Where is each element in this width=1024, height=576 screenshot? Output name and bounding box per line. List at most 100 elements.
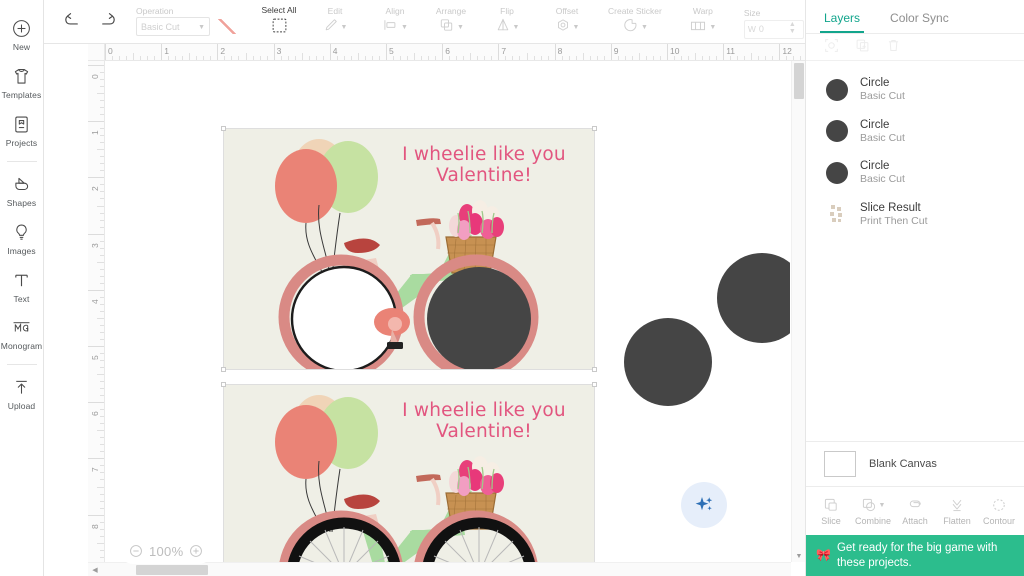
group-icon[interactable]: [824, 38, 839, 56]
design-card-2[interactable]: I wheelie like you Valentine!: [221, 382, 597, 576]
ruler-tick-minor: [512, 56, 514, 60]
warp-button[interactable]: ▼: [689, 18, 716, 36]
combine-button[interactable]: ▼ Combine: [852, 497, 894, 526]
zoom-control[interactable]: 100%: [120, 538, 213, 564]
layer-row[interactable]: Circle Basic Cut: [806, 111, 1024, 153]
sidebar-item-text[interactable]: Text: [0, 262, 44, 310]
scroll-left-icon[interactable]: ◀: [88, 563, 102, 576]
ruler-tick-minor: [786, 56, 788, 60]
undo-redo-group: [54, 0, 123, 44]
canvas-vertical-scrollbar[interactable]: ▼: [791, 61, 805, 562]
sidebar-item-templates[interactable]: Templates: [0, 58, 44, 106]
plus-circle-icon[interactable]: [189, 544, 203, 558]
ruler-tick-minor: [100, 409, 104, 411]
canvas-layer-row[interactable]: Blank Canvas: [806, 441, 1024, 487]
chevron-down-icon: ▼: [572, 24, 580, 32]
operation-select[interactable]: Basic Cut ▼: [136, 17, 210, 37]
ruler-tick-label: 3: [276, 46, 282, 56]
width-field-wrap[interactable]: W ▲▼: [743, 19, 804, 39]
layer-row[interactable]: Circle Basic Cut: [806, 152, 1024, 194]
select-all-button[interactable]: [271, 17, 288, 37]
scroll-down-icon[interactable]: ▼: [792, 550, 805, 562]
ruler-tick-minor: [100, 100, 104, 102]
ruler-tick-minor: [744, 56, 746, 60]
layer-row[interactable]: Slice Result Print Then Cut: [806, 194, 1024, 236]
ruler-tick-minor: [100, 395, 104, 397]
edit-button[interactable]: ▼: [323, 17, 347, 36]
ruler-tick-minor: [140, 56, 142, 60]
ruler-tick-minor: [100, 381, 104, 383]
sidebar-item-shapes[interactable]: Shapes: [0, 166, 44, 214]
ruler-tick-minor: [231, 56, 233, 60]
ruler-tick-minor: [100, 331, 104, 333]
layer-color-thumbnail[interactable]: [826, 120, 848, 143]
ruler-tick-minor: [100, 493, 104, 495]
offset-icon: [555, 17, 571, 36]
sidebar-item-monogram[interactable]: Monogram: [0, 310, 44, 357]
attach-button[interactable]: Attach: [894, 497, 936, 526]
tab-color-sync[interactable]: Color Sync: [886, 11, 953, 33]
ruler-tick-minor: [100, 212, 104, 214]
align-button[interactable]: ▼: [382, 17, 408, 36]
ruler-tick-minor: [100, 72, 104, 74]
edit-group: Edit ▼: [307, 0, 363, 44]
ruler-tick-minor: [533, 56, 535, 60]
trash-icon[interactable]: [886, 38, 901, 56]
redo-arrow-icon[interactable]: [98, 12, 117, 31]
contour-button[interactable]: Contour: [978, 497, 1020, 526]
ruler-tick-minor: [100, 240, 104, 242]
ruler-tick-minor: [100, 247, 104, 249]
ruler-tick-minor: [561, 56, 563, 60]
width-stepper[interactable]: ▲ ▼: [789, 21, 799, 35]
vertical-scroll-thumb[interactable]: [794, 63, 804, 99]
design-card-1[interactable]: I wheelie like you Valentine!: [221, 126, 597, 372]
width-input[interactable]: [758, 24, 789, 34]
sidebar-item-new[interactable]: New: [0, 10, 44, 58]
align-icon: [382, 17, 399, 36]
slice-button[interactable]: Slice: [810, 497, 852, 526]
tab-layers[interactable]: Layers: [820, 11, 865, 33]
ruler-tick-minor: [97, 430, 104, 432]
canvas-area: 012345678910111213 0123456789: [44, 44, 805, 576]
ruler-tick-minor: [400, 56, 402, 60]
flatten-button[interactable]: Flatten: [936, 497, 978, 526]
ruler-tick-minor: [97, 317, 104, 319]
duplicate-icon[interactable]: [855, 38, 870, 56]
canvas-horizontal-scrollbar[interactable]: ◀: [88, 562, 791, 576]
layer-color-thumbnail[interactable]: [826, 78, 848, 101]
minus-circle-icon[interactable]: [129, 544, 143, 558]
ruler-tick-minor: [491, 56, 493, 60]
promo-banner[interactable]: 🎀 Get ready for the big game with these …: [806, 535, 1024, 576]
ruler-tick-minor: [97, 374, 104, 376]
pencil-icon: [323, 17, 339, 36]
horizontal-scroll-thumb[interactable]: [136, 565, 208, 575]
ruler-tick-minor: [100, 156, 104, 158]
flip-button[interactable]: ▼: [495, 17, 519, 36]
canvas-color-swatch[interactable]: [824, 451, 856, 477]
layers-list[interactable]: Circle Basic Cut Circle Basic Cut Circle Basi…: [806, 61, 1024, 441]
slice-result-thumbnail[interactable]: [826, 203, 848, 225]
layer-color-thumbnail[interactable]: [826, 161, 848, 184]
undo-arrow-icon[interactable]: [63, 12, 82, 31]
operation-caption: Operation: [136, 5, 174, 16]
horizontal-ruler[interactable]: 012345678910111213: [88, 44, 805, 61]
create-sticker-button[interactable]: ▼: [622, 17, 648, 36]
canvas-circle-1[interactable]: [717, 253, 790, 343]
canvas-layer-label: Blank Canvas: [869, 458, 937, 470]
ai-assistant-button[interactable]: [681, 482, 727, 528]
chevron-down-icon: ▼: [709, 24, 717, 32]
vertical-ruler[interactable]: 0123456789: [88, 61, 105, 576]
sidebar-item-images[interactable]: Images: [0, 214, 44, 262]
attach-label: Attach: [902, 515, 928, 526]
arrange-button[interactable]: ▼: [438, 17, 464, 36]
ruler-tick-minor: [100, 303, 104, 305]
layer-row[interactable]: Circle Basic Cut: [806, 69, 1024, 111]
ruler-corner: [88, 44, 105, 61]
ruler-tick-minor: [350, 56, 352, 60]
offset-button[interactable]: ▼: [555, 17, 580, 36]
sidebar-item-upload[interactable]: Upload: [0, 369, 44, 417]
operation-color-swatch[interactable]: [216, 17, 238, 36]
canvas-circle-2[interactable]: [624, 318, 712, 406]
ruler-tick-minor: [100, 296, 104, 298]
sidebar-item-projects[interactable]: Projects: [0, 106, 44, 154]
